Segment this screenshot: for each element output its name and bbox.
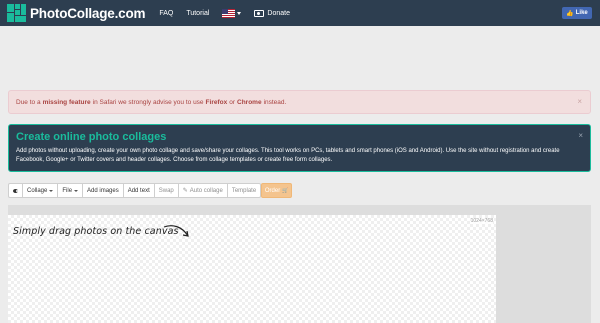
auto-collage-button[interactable]: ✎ Auto collage xyxy=(178,183,228,198)
auto-collage-label: Auto collage xyxy=(189,187,223,194)
nav-faq-link[interactable]: FAQ xyxy=(159,10,173,17)
ad-banner-area xyxy=(0,26,600,84)
intro-title: Create online photo collages xyxy=(16,131,167,143)
chevron-down-icon xyxy=(237,11,242,15)
order-label: Order xyxy=(264,187,281,194)
editor-toolbar: Collage File Add images Add text Swap ✎ … xyxy=(8,183,293,198)
intro-text: Add photos without uploading, create you… xyxy=(16,148,560,163)
chevron-down-icon xyxy=(49,189,54,192)
cart-icon: 🛒 xyxy=(282,187,289,194)
order-button[interactable]: Order 🛒 xyxy=(261,183,293,198)
nav-donate-link[interactable]: Donate xyxy=(254,9,290,17)
curved-arrow-icon xyxy=(163,225,189,237)
like-label: Like xyxy=(575,10,588,16)
swap-button[interactable]: Swap xyxy=(154,183,179,198)
add-images-button[interactable]: Add images xyxy=(83,183,124,198)
browser-warning-alert: Due to a missing feature in Safari we st… xyxy=(8,90,591,114)
us-flag-icon xyxy=(222,8,236,18)
intro-panel: Create online photo collages Add photos … xyxy=(8,124,591,172)
close-icon[interactable]: × xyxy=(578,131,583,140)
preview-button[interactable] xyxy=(8,183,23,198)
alert-bold-missing-feature: missing feature xyxy=(42,98,91,106)
add-text-button[interactable]: Add text xyxy=(123,183,155,198)
brand-name: PhotoCollage.com xyxy=(30,5,146,21)
drag-hint-text: Simply drag photos on the canvas xyxy=(13,226,179,237)
money-icon xyxy=(254,9,265,17)
alert-text: or xyxy=(229,98,235,106)
close-icon[interactable]: × xyxy=(577,97,582,106)
navbar: PhotoCollage.com FAQ Tutorial Donate 👍 L… xyxy=(0,0,600,26)
magic-wand-icon: ✎ xyxy=(182,188,188,194)
brand-logo[interactable]: PhotoCollage.com xyxy=(7,4,146,22)
canvas-size-label: 1024×768 xyxy=(470,218,493,224)
template-button[interactable]: Template xyxy=(227,183,262,198)
alert-bold-chrome: Chrome xyxy=(237,98,262,106)
file-label: File xyxy=(62,187,73,194)
nav-tutorial-link[interactable]: Tutorial xyxy=(186,10,209,17)
facebook-like-button[interactable]: 👍 Like xyxy=(562,7,592,19)
language-dropdown[interactable] xyxy=(222,8,242,18)
alert-text: Due to a xyxy=(16,98,41,106)
thumbs-up-icon: 👍 xyxy=(566,10,574,17)
chevron-down-icon xyxy=(74,189,79,192)
alert-bold-firefox: Firefox xyxy=(205,98,228,106)
collage-menu-button[interactable]: Collage xyxy=(23,183,59,198)
alert-text: instead. xyxy=(263,98,287,106)
donate-label: Donate xyxy=(267,9,290,17)
collage-label: Collage xyxy=(27,187,48,194)
collage-logo-icon xyxy=(7,4,26,22)
collage-canvas[interactable]: 1024×768 Simply drag photos on the canva… xyxy=(8,215,496,323)
alert-text: in Safari we strongly advise you to use xyxy=(92,98,204,106)
eye-icon xyxy=(13,188,18,193)
file-menu-button[interactable]: File xyxy=(58,183,84,198)
